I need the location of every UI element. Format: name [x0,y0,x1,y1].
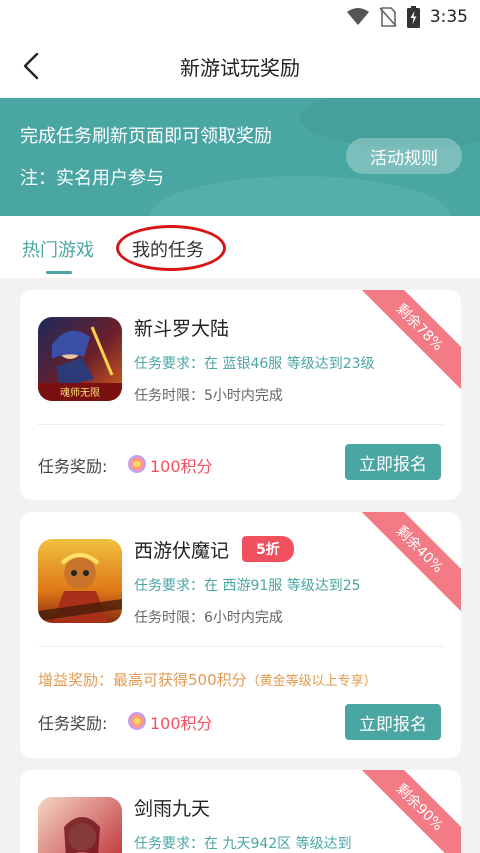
game-icon-caption: 魂师无限 [60,386,100,399]
nav-bar: 新游试玩奖励 [0,34,480,98]
join-button[interactable]: 立即报名 [345,444,441,480]
tab-hot-games[interactable]: 热门游戏 [22,236,94,262]
game-name: 西游伏魔记 [134,540,230,562]
status-time: 3:35 [429,7,468,27]
game-icon[interactable] [38,539,122,623]
status-bar: 3:35 [0,0,480,34]
highlight-circle [116,225,226,271]
game-icon[interactable] [38,797,122,853]
activity-rules-button[interactable]: 活动规则 [346,138,462,174]
bonus-reward-text: 增益奖励：最高可获得500积分 [38,671,247,689]
bonus-reward: 增益奖励：最高可获得500积分（黄金等级以上专享） [38,669,377,690]
banner-text: 完成任务刷新页面即可领取奖励 [20,126,272,147]
task-requirement: 任务要求：在 蓝银46服 等级达到23级 [134,356,375,372]
game-card: 魂师无限 新斗罗大陆 任务要求：在 蓝银46服 等级达到23级 任务时限：5小时… [20,290,461,500]
page-title: 新游试玩奖励 [180,56,300,80]
game-icon[interactable]: 魂师无限 [38,317,122,401]
task-requirement: 任务要求：在 西游91服 等级达到25 [134,578,361,594]
task-requirement: 任务要求：在 九天942区 等级达到 [134,836,352,852]
divider [38,646,443,647]
reward-points: 100积分 [150,457,213,476]
points-coin-icon [128,712,146,730]
discount-badge: 5折 [242,536,294,562]
bonus-reward-note: （黄金等级以上专享） [246,674,377,689]
status-icons: 3:35 [346,6,468,28]
reward-label: 任务奖励: [38,714,108,733]
remaining-ribbon: 剩余90% [356,770,461,853]
points-coin-icon [128,455,146,473]
remaining-ribbon: 剩余78% [356,290,461,391]
game-card: 剑雨九天 任务要求：在 九天942区 等级达到 剩余90% [20,770,461,853]
tab-indicator [46,271,72,274]
battery-charging-icon [406,6,420,28]
game-name: 剑雨九天 [134,798,211,820]
wifi-icon [346,8,369,25]
tab-bar: 热门游戏 我的任务 [0,216,480,278]
banner-note: 注：实名用户参与 [20,168,164,189]
task-time-limit: 任务时限：6小时内完成 [134,610,283,626]
banner-decoration [150,176,450,216]
join-button[interactable]: 立即报名 [345,704,441,740]
divider [38,424,443,425]
remaining-ribbon: 剩余40% [356,512,461,613]
task-time-limit: 任务时限：5小时内完成 [134,388,283,404]
game-name: 新斗罗大陆 [134,318,230,340]
reward-label: 任务奖励: [38,457,108,476]
reward-points: 100积分 [150,714,213,733]
no-sim-icon [379,7,397,27]
game-card: 西游伏魔记 5折 任务要求：在 西游91服 等级达到25 任务时限：6小时内完成… [20,512,461,758]
